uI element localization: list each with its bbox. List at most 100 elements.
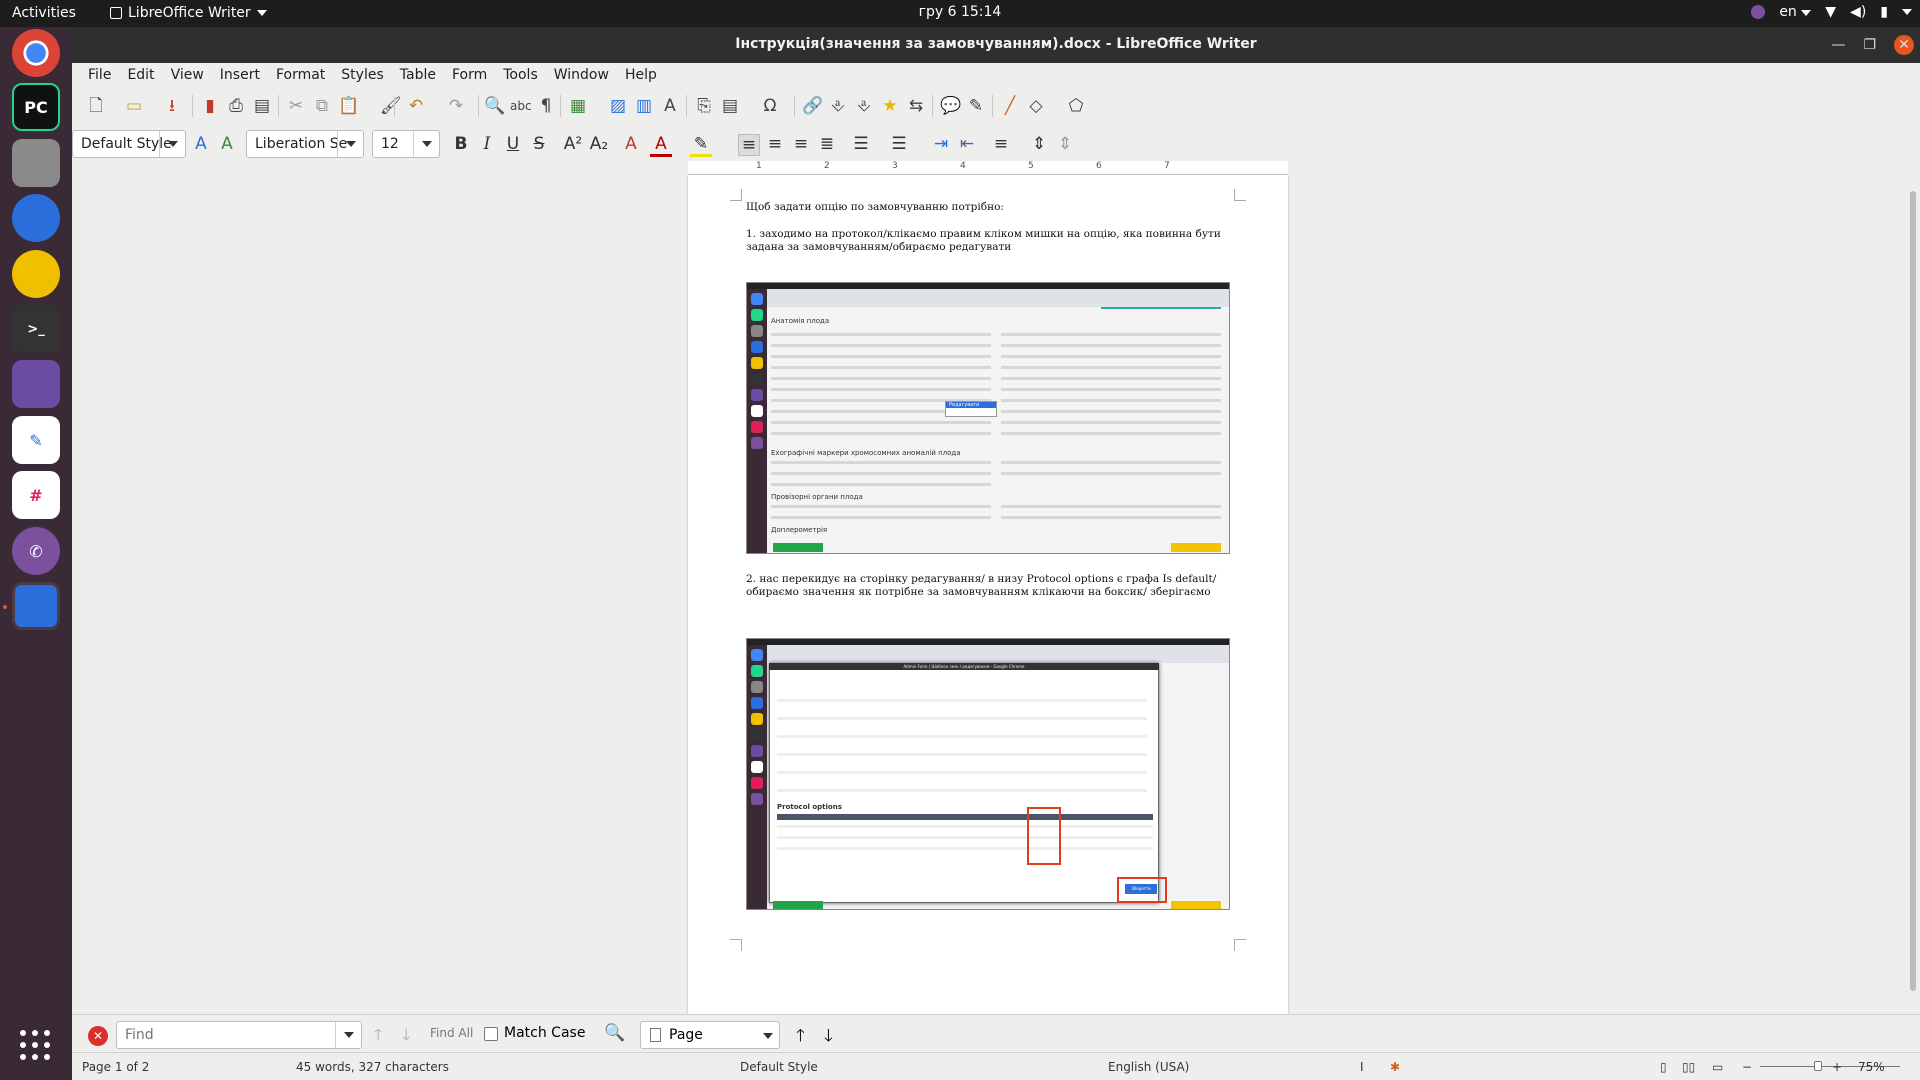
ordered-list-icon[interactable]: ☰ [888,134,910,154]
zoom-out-icon[interactable]: − [1742,1060,1752,1074]
menu-form[interactable]: Form [444,67,495,83]
insert-endnote-icon[interactable]: ⎀ [854,96,874,116]
document-page[interactable]: Щоб задати опцію по замовчуванню потрібн… [688,175,1288,1015]
paragraph-step-1[interactable]: 1. заходимо на протокол/клікаємо правим … [746,228,1236,254]
insert-page-break-icon[interactable]: ⎘ [694,96,714,116]
menu-insert[interactable]: Insert [212,67,268,83]
menu-help[interactable]: Help [617,67,665,83]
zoom-in-icon[interactable]: + [1832,1060,1842,1074]
language-indicator[interactable]: en [1779,4,1812,20]
scrollbar-thumb[interactable] [1910,191,1916,991]
italic-icon[interactable]: I [476,134,498,154]
chevron-down-icon[interactable] [337,131,363,157]
navigate-up-icon[interactable]: 🡑 [796,1023,805,1052]
decrease-paragraph-spacing-icon[interactable]: ⇕ [1054,134,1076,154]
paragraph-style-combo[interactable]: Default Style [72,130,186,158]
find-replace-icon[interactable]: 🔍 [604,1023,625,1043]
basic-shapes-icon[interactable]: ◇ [1026,96,1046,116]
word-count[interactable]: 45 words, 327 characters [296,1060,449,1074]
network-icon[interactable]: ▼ [1825,4,1836,20]
slack-icon[interactable]: # [12,471,60,519]
match-case-label[interactable]: Match Case [504,1025,585,1041]
highlight-color-icon[interactable]: ✎ [690,134,712,157]
activities-button[interactable]: Activities [12,5,76,21]
chevron-down-icon[interactable] [335,1022,361,1048]
menu-tools[interactable]: Tools [495,67,546,83]
system-menu-chevron-icon[interactable] [1902,9,1912,15]
font-name-combo[interactable]: Liberation Se [246,130,364,158]
strikethrough-icon[interactable]: S [528,134,550,154]
insert-mode-icon[interactable]: I [1360,1060,1364,1074]
save-icon[interactable]: ⭳ [162,96,182,116]
insert-field-icon[interactable]: ▤ [720,96,740,116]
update-style-icon[interactable]: A [190,134,212,154]
chevron-down-icon[interactable] [763,1033,773,1039]
print-icon[interactable]: ⎙ [226,96,246,116]
subscript-icon[interactable]: A₂ [588,134,610,154]
text-language[interactable]: English (USA) [1108,1060,1189,1074]
files-icon[interactable] [12,139,60,187]
line-spacing-icon[interactable]: ≡ [990,134,1012,154]
font-size-combo[interactable]: 12 [372,130,440,158]
match-case-checkbox[interactable] [484,1027,498,1041]
find-replace-icon[interactable]: 🔍 [484,96,505,116]
book-view-icon[interactable]: ▭ [1712,1060,1723,1074]
redo-icon[interactable]: ↷ [446,96,466,116]
print-preview-icon[interactable]: ▤ [252,96,272,116]
insert-textbox-icon[interactable]: A [660,96,680,116]
text-editor-icon[interactable]: ✎ [12,416,60,464]
underline-icon[interactable]: U [502,134,524,154]
thunderbird-icon[interactable] [12,194,60,242]
align-center-icon[interactable]: ≡ [764,134,786,154]
zoom-level[interactable]: 75% [1858,1060,1885,1074]
increase-indent-icon[interactable]: ⇥ [930,134,952,154]
close-icon[interactable]: ✕ [1894,35,1914,55]
document-modified-icon[interactable]: ✱ [1390,1060,1400,1074]
align-left-icon[interactable]: ≡ [738,134,760,156]
decrease-indent-icon[interactable]: ⇤ [956,134,978,154]
export-pdf-icon[interactable]: ▮ [200,96,220,116]
volume-icon[interactable]: ◀) [1850,4,1866,20]
insert-bookmark-icon[interactable]: ★ [880,96,900,116]
align-right-icon[interactable]: ≡ [790,134,812,154]
increase-paragraph-spacing-icon[interactable]: ⇕ [1028,134,1050,154]
clone-formatting-icon[interactable]: 🖌 [380,96,402,116]
zoom-slider-handle[interactable] [1814,1061,1822,1071]
paragraph-intro[interactable]: Щоб задати опцію по замовчуванню потрібн… [746,201,1236,214]
navigate-down-icon[interactable]: 🡓 [824,1023,833,1052]
insert-image-icon[interactable]: ▨ [608,96,628,116]
chevron-down-icon[interactable] [413,131,439,157]
page-style[interactable]: Default Style [740,1060,818,1074]
menu-window[interactable]: Window [546,67,617,83]
clear-formatting-icon[interactable]: A [620,134,642,154]
find-previous-icon[interactable]: 🡑 [374,1024,382,1051]
undo-icon[interactable]: ↶ [406,96,426,116]
draw-functions-icon[interactable]: ⬠ [1066,96,1086,116]
page-count[interactable]: Page 1 of 2 [82,1060,149,1074]
app-menu[interactable]: LibreOffice Writer [110,5,267,21]
menu-styles[interactable]: Styles [333,67,391,83]
insert-table-icon[interactable]: ▦ [568,96,588,116]
paragraph-step-2[interactable]: 2. нас перекидує на сторінку редагування… [746,573,1236,599]
find-input-box[interactable] [116,1021,362,1049]
find-next-icon[interactable]: 🡓 [402,1024,410,1051]
multi-page-view-icon[interactable]: ▯▯ [1682,1060,1695,1074]
menu-table[interactable]: Table [392,67,444,83]
pycharm-icon[interactable]: PC [12,83,60,131]
viber-icon[interactable]: ✆ [12,527,60,575]
close-find-icon[interactable]: ✕ [88,1026,108,1046]
single-page-view-icon[interactable]: ▯ [1660,1060,1667,1074]
document-area[interactable]: 1 2 3 4 5 6 7 Щоб задати опцію по замовч… [72,161,1906,1033]
rhythmbox-icon[interactable] [12,250,60,298]
feather-icon[interactable] [12,360,60,408]
copy-icon[interactable]: ⧉ [312,96,332,116]
search-by-combo[interactable]: Page [640,1021,780,1049]
viber-tray-icon[interactable] [1751,5,1766,19]
insert-footnote-icon[interactable]: ⎀ [828,96,848,116]
insert-hyperlink-icon[interactable]: 🔗 [802,96,823,116]
menu-file[interactable]: File [80,67,119,83]
screenshot-image-2[interactable]: Admin Form | Шаблон змін / редагування -… [746,638,1230,910]
screenshot-image-1[interactable]: Анатомія плода Редагувати Ехографічні ма… [746,282,1230,554]
chrome-icon[interactable] [12,29,60,77]
insert-special-character-icon[interactable]: Ω [760,96,780,116]
